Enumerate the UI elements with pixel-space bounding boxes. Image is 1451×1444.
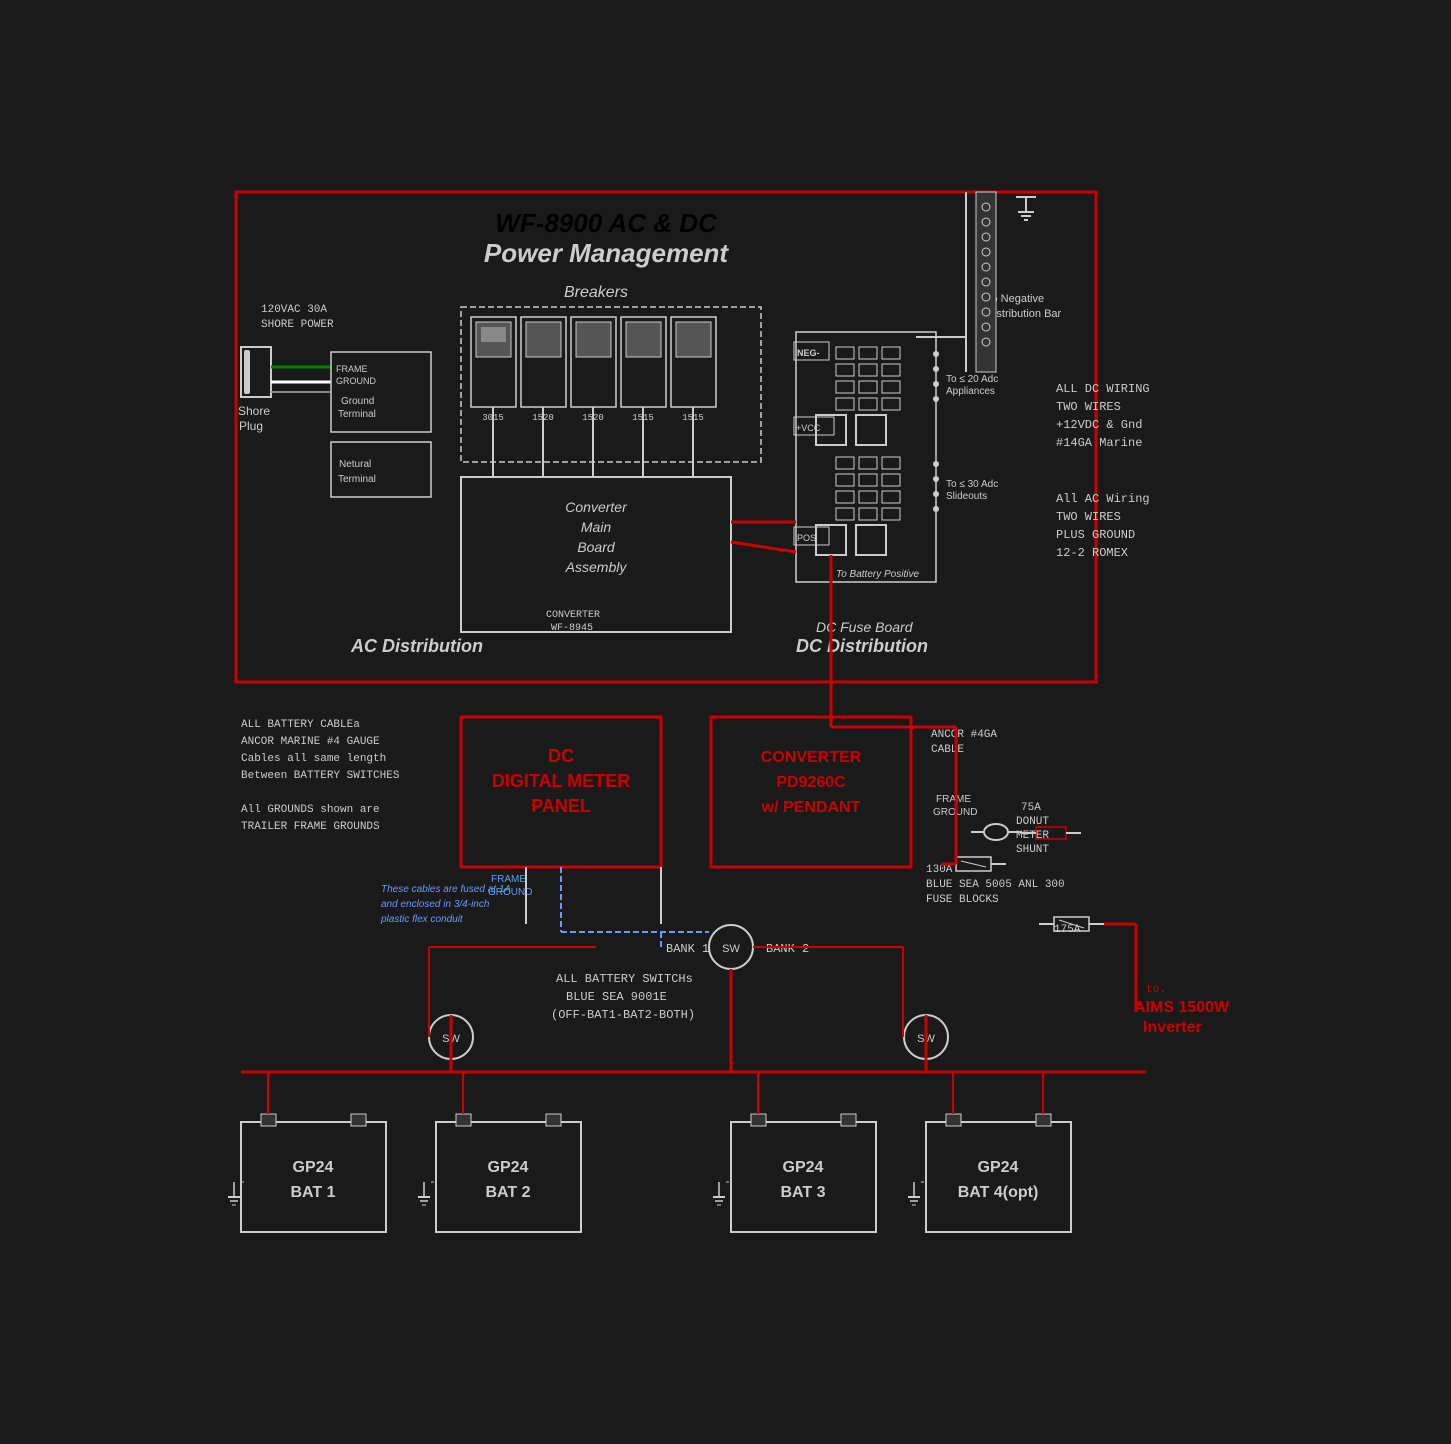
- svg-text:CABLE: CABLE: [931, 744, 964, 756]
- svg-text:SW: SW: [722, 943, 740, 955]
- svg-text:WF-8900 AC & DC: WF-8900 AC & DC: [495, 208, 718, 238]
- svg-text:GP24: GP24: [487, 1159, 528, 1176]
- svg-text:GROUND: GROUND: [336, 376, 376, 386]
- svg-text:#14GA Marine: #14GA Marine: [1056, 436, 1142, 450]
- svg-text:BANK 2: BANK 2: [766, 942, 809, 956]
- svg-text:130A: 130A: [926, 864, 953, 876]
- svg-text:SHORE POWER: SHORE POWER: [261, 319, 334, 331]
- svg-text:WF-8945: WF-8945: [551, 623, 593, 634]
- svg-text:FRAME: FRAME: [491, 874, 526, 885]
- svg-text:CONVERTER: CONVERTER: [546, 610, 600, 621]
- svg-text:Slideouts: Slideouts: [946, 491, 987, 502]
- svg-text:Converter: Converter: [565, 499, 628, 515]
- svg-text:to.: to.: [1146, 984, 1166, 996]
- svg-text:CONVERTER: CONVERTER: [760, 749, 861, 766]
- svg-text:To ≤ 20 Adc: To ≤ 20 Adc: [946, 374, 998, 385]
- svg-text:BAT 3: BAT 3: [780, 1184, 825, 1201]
- svg-text:plastic flex conduit: plastic flex conduit: [380, 914, 464, 925]
- svg-text:Distribution Bar: Distribution Bar: [986, 308, 1062, 320]
- svg-text:PD9260C: PD9260C: [776, 774, 846, 791]
- svg-text:TWO WIRES: TWO WIRES: [1056, 400, 1121, 414]
- svg-text:and enclosed in 3/4-inch: and enclosed in 3/4-inch: [381, 899, 490, 910]
- svg-text:Breakers: Breakers: [563, 284, 627, 301]
- svg-text:ALL BATTERY CABLEa: ALL BATTERY CABLEa: [241, 719, 360, 731]
- svg-text:Cables all same length: Cables all same length: [241, 753, 386, 765]
- svg-text:PANEL: PANEL: [531, 796, 591, 816]
- svg-text:BAT 4(opt): BAT 4(opt): [957, 1184, 1038, 1201]
- svg-text:GP24: GP24: [292, 1159, 333, 1176]
- svg-text:ALL DC WIRING: ALL DC WIRING: [1056, 382, 1150, 396]
- svg-text:BLUE SEA 5005 ANL 300: BLUE SEA 5005 ANL 300: [926, 879, 1065, 891]
- svg-text:Netural: Netural: [339, 459, 371, 470]
- svg-text:TWO WIRES: TWO WIRES: [1056, 510, 1121, 524]
- svg-text:GP24: GP24: [977, 1159, 1018, 1176]
- svg-text:Board: Board: [577, 539, 616, 555]
- svg-text:BAT 1: BAT 1: [290, 1184, 335, 1201]
- svg-text:(OFF-BAT1-BAT2-BOTH): (OFF-BAT1-BAT2-BOTH): [551, 1008, 695, 1022]
- svg-text:DC: DC: [548, 746, 574, 766]
- svg-text:AC Distribution: AC Distribution: [350, 636, 483, 656]
- svg-text:Inverter: Inverter: [1143, 1019, 1202, 1036]
- svg-text:DONUT: DONUT: [1016, 816, 1049, 828]
- svg-text:To ≤ 30 Adc: To ≤ 30 Adc: [946, 479, 998, 490]
- svg-text:120VAC 30A: 120VAC 30A: [261, 304, 327, 316]
- svg-text:Terminal: Terminal: [338, 409, 376, 420]
- svg-text:TRAILER FRAME GROUNDS: TRAILER FRAME GROUNDS: [241, 821, 380, 833]
- svg-text:POS: POS: [797, 533, 816, 543]
- svg-text:BANK 1: BANK 1: [666, 942, 709, 956]
- svg-text:GP24: GP24: [782, 1159, 823, 1176]
- svg-text:FRAME: FRAME: [336, 364, 368, 374]
- svg-text:Ground: Ground: [341, 396, 374, 407]
- svg-text:ANCOR MARINE #4 GAUGE: ANCOR MARINE #4 GAUGE: [241, 736, 380, 748]
- svg-text:All GROUNDS shown are: All GROUNDS shown are: [241, 804, 380, 816]
- svg-text:AIMS 1500W: AIMS 1500W: [1134, 999, 1230, 1016]
- svg-text:METER: METER: [1016, 830, 1049, 842]
- svg-text:NEG-: NEG-: [797, 348, 820, 358]
- svg-text:Plug: Plug: [239, 419, 263, 433]
- svg-text:+12VDC & Gnd: +12VDC & Gnd: [1056, 418, 1142, 432]
- svg-text:Terminal: Terminal: [338, 474, 376, 485]
- svg-text:Power Management: Power Management: [483, 238, 729, 268]
- svg-text:12-2 ROMEX: 12-2 ROMEX: [1056, 546, 1128, 560]
- svg-text:All AC Wiring: All AC Wiring: [1056, 492, 1150, 506]
- svg-text:PLUS GROUND: PLUS GROUND: [1056, 528, 1135, 542]
- svg-text:BLUE SEA 9001E: BLUE SEA 9001E: [566, 990, 667, 1004]
- svg-text:Main: Main: [580, 519, 611, 535]
- svg-text:+VCC: +VCC: [796, 423, 821, 433]
- svg-text:FUSE BLOCKS: FUSE BLOCKS: [926, 894, 999, 906]
- svg-text:Between BATTERY SWITCHES: Between BATTERY SWITCHES: [241, 770, 400, 782]
- svg-text:w/ PENDANT: w/ PENDANT: [760, 799, 860, 816]
- svg-text:DIGITAL METER: DIGITAL METER: [491, 771, 629, 791]
- svg-text:ALL BATTERY SWITCHs: ALL BATTERY SWITCHs: [556, 972, 693, 986]
- svg-text:Shore: Shore: [238, 404, 270, 418]
- svg-text:75A: 75A: [1021, 802, 1041, 814]
- svg-text:FRAME: FRAME: [936, 794, 971, 805]
- svg-text:To Battery Positive: To Battery Positive: [836, 569, 919, 580]
- svg-text:Assembly: Assembly: [564, 559, 627, 575]
- svg-text:Appliances: Appliances: [946, 386, 995, 397]
- svg-text:SHUNT: SHUNT: [1016, 844, 1049, 856]
- diagram-container: WF-8900 AC & DC Power Management 120VAC …: [176, 172, 1276, 1272]
- svg-text:ANCOR #4GA: ANCOR #4GA: [931, 729, 997, 741]
- svg-text:BAT 2: BAT 2: [485, 1184, 530, 1201]
- svg-text:DC Distribution: DC Distribution: [796, 636, 928, 656]
